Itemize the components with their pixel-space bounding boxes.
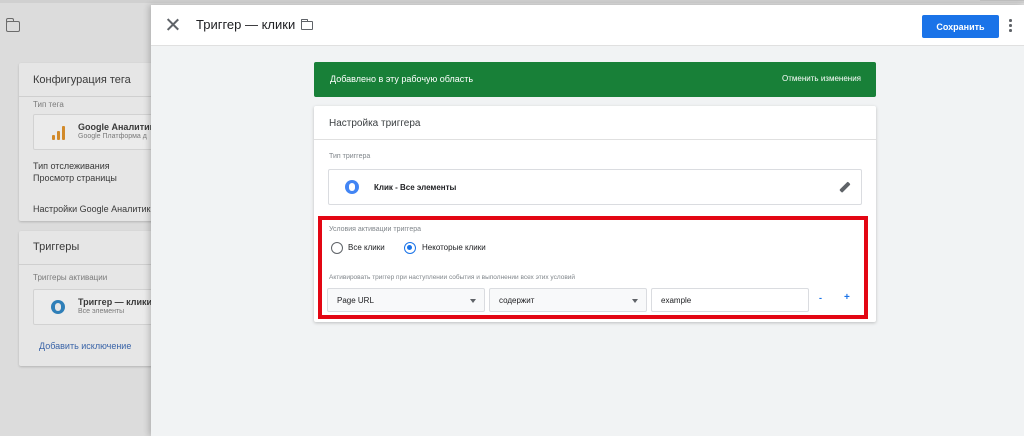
operator-value: содержит xyxy=(499,296,535,305)
fire-conditions-label: Активировать триггер при наступлении соб… xyxy=(329,274,576,281)
workspace-banner: Добавлено в эту рабочую область Отменить… xyxy=(314,62,876,97)
tracking-type-value: Просмотр страницы xyxy=(33,173,117,183)
radio-some-clicks-label[interactable]: Некоторые клики xyxy=(422,243,486,252)
trigger-type-value: Клик - Все элементы xyxy=(374,183,457,192)
tag-type-label: Тип тега xyxy=(33,100,64,109)
discard-changes-button[interactable]: Отменить изменения xyxy=(782,74,861,83)
trigger-config-title: Настройка триггера xyxy=(329,118,421,129)
trigger-config-card: Настройка триггера Тип триггера Клик - В… xyxy=(314,106,876,322)
divider xyxy=(19,264,159,265)
trigger-type-label: Тип триггера xyxy=(329,153,371,160)
trigger-item-sub: Все элементы xyxy=(78,308,125,315)
folder-icon xyxy=(5,18,20,32)
tag-name: Google Аналитика xyxy=(78,122,159,132)
panel-title: Триггер — клики xyxy=(196,17,296,32)
divider xyxy=(314,139,876,140)
save-button[interactable]: Сохранить xyxy=(922,15,999,38)
firing-triggers-label: Триггеры активации xyxy=(33,273,108,282)
click-trigger-icon xyxy=(51,300,65,314)
background-topbar xyxy=(0,0,1024,3)
banner-text: Добавлено в эту рабочую область xyxy=(330,74,474,84)
remove-condition-button[interactable]: - xyxy=(819,293,822,303)
trigger-item-name: Триггер — клики xyxy=(78,297,153,307)
divider xyxy=(19,96,159,97)
tag-type-box: Google Аналитика Google Платформа д xyxy=(33,114,159,150)
pencil-icon[interactable] xyxy=(839,182,851,194)
add-exception-link: Добавить исключение xyxy=(39,341,132,351)
condition-value: example xyxy=(661,296,692,305)
condition-value-input[interactable]: example xyxy=(651,288,809,312)
tracking-type-label: Тип отслеживания xyxy=(33,161,110,171)
radio-all-clicks[interactable] xyxy=(331,242,343,254)
chevron-down-icon xyxy=(632,299,638,303)
radio-all-clicks-label[interactable]: Все клики xyxy=(348,243,385,252)
tag-config-title: Конфигурация тега xyxy=(33,74,131,86)
trigger-item: Триггер — клики Все элементы xyxy=(33,289,159,325)
window-edge xyxy=(980,0,1024,1)
add-condition-button[interactable]: + xyxy=(844,292,850,303)
ga-settings-label: Настройки Google Аналитик xyxy=(33,204,151,214)
operator-select[interactable]: содержит xyxy=(489,288,647,312)
folder-icon[interactable] xyxy=(300,18,313,30)
panel-header: Триггер — клики Сохранить xyxy=(151,5,1024,46)
triggers-card: Триггеры Триггеры активации Триггер — кл… xyxy=(19,231,159,366)
variable-value: Page URL xyxy=(337,296,374,305)
chevron-down-icon xyxy=(470,299,476,303)
trigger-type-selector[interactable]: Клик - Все элементы xyxy=(328,169,862,205)
analytics-icon xyxy=(51,126,65,140)
tag-sub: Google Платформа д xyxy=(78,133,147,140)
click-trigger-icon xyxy=(345,180,359,194)
close-icon[interactable] xyxy=(166,18,180,32)
tag-config-card: Конфигурация тега Тип тега Google Аналит… xyxy=(19,63,159,221)
conditions-label: Условия активации триггера xyxy=(329,226,421,233)
trigger-editor-panel: Триггер — клики Сохранить Добавлено в эт… xyxy=(151,5,1024,436)
variable-select[interactable]: Page URL xyxy=(327,288,485,312)
triggers-title: Триггеры xyxy=(33,241,80,253)
radio-some-clicks[interactable] xyxy=(404,242,416,254)
more-vert-icon[interactable] xyxy=(1008,19,1012,33)
